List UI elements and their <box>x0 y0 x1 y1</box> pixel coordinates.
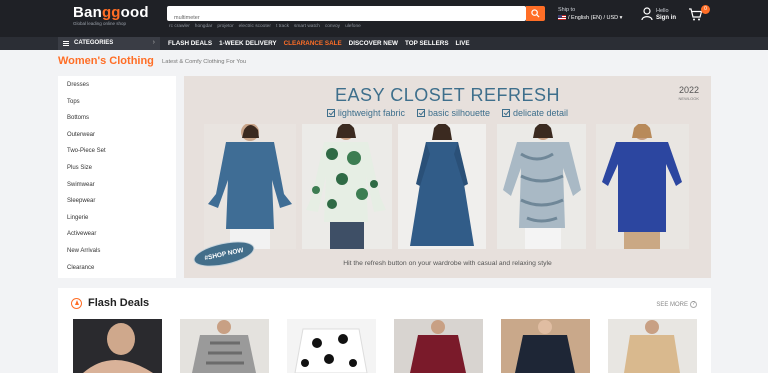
feature-label: delicate detail <box>513 108 569 118</box>
sidebar-item-clearance[interactable]: Clearance <box>67 265 94 271</box>
sidebar-item-tops[interactable]: Tops <box>67 99 80 105</box>
sidebar-item-activewear[interactable]: Activewear <box>67 231 96 237</box>
feature-label: lightweight fabric <box>337 108 405 118</box>
search-box <box>167 6 526 26</box>
nav-flash-deals[interactable]: FLASH DEALS <box>168 40 212 47</box>
see-more-label: SEE MORE <box>656 302 688 309</box>
category-sidebar: Dresses Tops Bottoms Outerwear Two-Piece… <box>58 76 176 278</box>
sidebar-item-new-arrivals[interactable]: New Arrivals <box>67 248 100 254</box>
cart-count-badge: 0 <box>701 5 710 14</box>
menu-icon <box>63 41 69 46</box>
nav-links: FLASH DEALS 1-WEEK DELIVERY CLEARANCE SA… <box>168 40 470 47</box>
ship-to-label: Ship to <box>558 7 576 13</box>
hot-term[interactable]: projetor <box>217 24 233 29</box>
sidebar-item-outerwear[interactable]: Outerwear <box>67 132 95 138</box>
product-image-5[interactable] <box>501 319 590 373</box>
categories-button[interactable]: CATEGORIES › <box>58 37 160 50</box>
hot-term[interactable]: convoy <box>325 24 340 29</box>
nav-clearance-sale[interactable]: CLEARANCE SALE <box>284 40 342 47</box>
hot-term[interactable]: smart watch <box>294 24 320 29</box>
model-navy-top-image <box>596 124 689 249</box>
feature-item: basic silhouette <box>416 108 491 118</box>
nav-live[interactable]: LIVE <box>456 40 470 47</box>
checkbox-icon <box>502 109 511 117</box>
sidebar-item-bottoms[interactable]: Bottoms <box>67 115 89 121</box>
checkbox-icon <box>326 109 335 117</box>
nav-1-week-delivery[interactable]: 1-WEEK DELIVERY <box>219 40 277 47</box>
feature-item: delicate detail <box>502 108 568 118</box>
nav-discover-new[interactable]: DISCOVER NEW <box>349 40 398 47</box>
product-image-4[interactable] <box>394 319 483 373</box>
hot-term[interactable]: electric scooter <box>239 24 271 29</box>
us-flag-icon <box>558 15 566 21</box>
product-image-2[interactable] <box>180 319 269 373</box>
banner-features: lightweight fabric basic silhouette deli… <box>184 108 711 118</box>
feature-label: basic silhouette <box>427 108 491 118</box>
hot-term[interactable]: ulefone <box>345 24 361 29</box>
flash-deals-section: Flash Deals SEE MORE? <box>58 288 711 373</box>
flash-icon <box>71 298 82 309</box>
model-floral-blouse-image <box>302 124 392 249</box>
user-icon[interactable] <box>641 7 653 21</box>
promo-banner[interactable]: EASY CLOSET REFRESH 2022 NEWLOOK lightwe… <box>184 76 711 278</box>
product-image-3[interactable] <box>287 319 376 373</box>
flash-deals-title: Flash Deals <box>88 297 150 309</box>
ship-to-selector[interactable]: / English (EN) / USD ▾ <box>558 15 622 21</box>
hello-label: Hello <box>656 8 669 14</box>
help-icon: ? <box>690 301 697 308</box>
chevron-right-icon: › <box>152 39 155 46</box>
search-button[interactable] <box>526 6 545 21</box>
hot-term[interactable]: hongdar <box>195 24 213 29</box>
feature-item: lightweight fabric <box>326 108 405 118</box>
banner-title: EASY CLOSET REFRESH <box>335 85 560 105</box>
see-more-link[interactable]: SEE MORE? <box>656 301 697 308</box>
product-image-6[interactable] <box>608 319 697 373</box>
hot-term[interactable]: rc crawler <box>169 24 190 29</box>
model-blue-shirt-image <box>204 124 296 249</box>
hot-search-terms: rc crawler hongdar projetor electric sco… <box>169 24 361 29</box>
banner-year: 2022 <box>678 85 699 95</box>
logo-tagline: Global leading online shop <box>73 21 127 26</box>
model-grey-blouse-image <box>497 124 586 249</box>
page-title: Women's Clothing <box>58 55 154 67</box>
sidebar-item-sleepwear[interactable]: Sleepwear <box>67 198 95 204</box>
hot-term[interactable]: t track <box>276 24 289 29</box>
ship-to-value: / English (EN) / USD <box>568 15 619 21</box>
categories-label: CATEGORIES <box>74 40 114 46</box>
sidebar-item-two-piece-set[interactable]: Two-Piece Set <box>67 148 106 154</box>
sidebar-item-swimwear[interactable]: Swimwear <box>67 182 95 188</box>
sidebar-item-dresses[interactable]: Dresses <box>67 82 89 88</box>
banner-newlook: NEWLOOK <box>678 96 699 101</box>
model-blue-dress-image <box>398 124 486 249</box>
banner-footer-text: Hit the refresh button on your wardrobe … <box>343 260 552 267</box>
page-subtitle: Latest & Comfy Clothing For You <box>162 59 247 65</box>
sidebar-item-lingerie[interactable]: Lingerie <box>67 215 88 221</box>
chevron-down-icon: ▾ <box>619 15 623 21</box>
nav-top-sellers[interactable]: TOP SELLERS <box>405 40 449 47</box>
sidebar-item-plus-size[interactable]: Plus Size <box>67 165 92 171</box>
product-image-1[interactable] <box>73 319 162 373</box>
banggood-logo[interactable]: Banggood <box>73 4 149 21</box>
search-icon <box>531 9 540 18</box>
sign-in-link[interactable]: Sign in <box>656 15 676 21</box>
checkbox-icon <box>416 109 425 117</box>
